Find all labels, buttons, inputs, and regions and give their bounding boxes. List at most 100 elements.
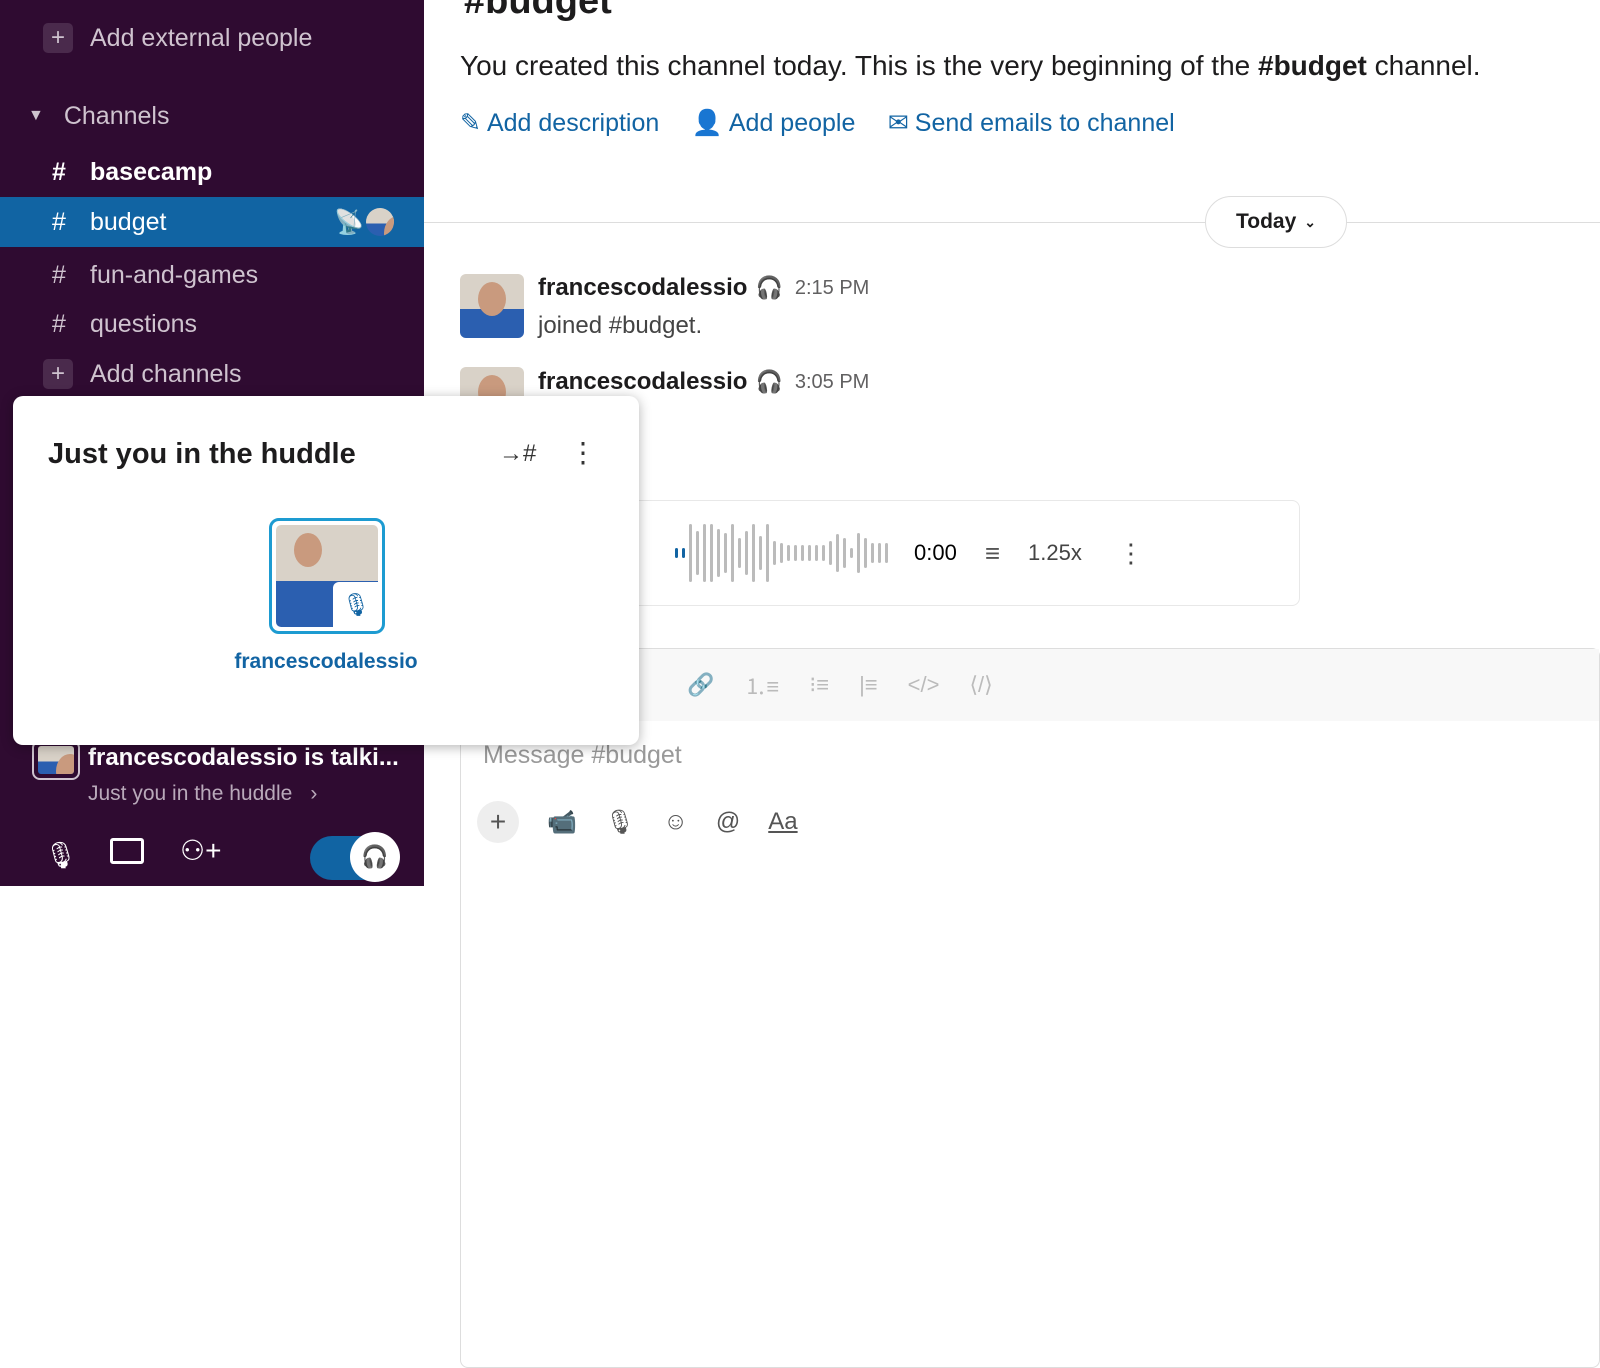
headphones-icon: 🎧 [755, 275, 783, 300]
formatting-toggle-button[interactable]: Aa [768, 808, 797, 836]
huddle-title: Just you in the huddle [48, 438, 356, 470]
more-options-icon[interactable]: ⋮ [1118, 538, 1144, 569]
emoji-icon[interactable]: ☺ [663, 808, 688, 836]
waveform-bar [815, 545, 818, 561]
add-description-link[interactable]: ✎ Add description [460, 108, 659, 138]
sidebar-item-fun-and-games[interactable]: # fun-and-games [0, 251, 424, 299]
microphone-icon[interactable]: 🎙 [44, 840, 77, 871]
waveform-bar [780, 543, 783, 563]
waveform-bar [724, 533, 727, 573]
message: francescodalessio 🎧 2:15 PM joined #budget… [460, 274, 869, 340]
avatar[interactable] [460, 274, 524, 338]
sidebar-item-budget[interactable]: # budget 📡 [0, 197, 424, 247]
numbered-list-icon[interactable]: ⒈≡ [744, 669, 779, 701]
add-person-icon[interactable]: ⚇+ [180, 834, 221, 867]
audio-clip-player: 0:00 ≡ 1.25x ⋮ [614, 500, 1300, 606]
message-composer: 🔗 ⒈≡ ⁝≡ |≡ </> ⟨/⟩ Message #budget + 📹 🎙 ☺ @ … [460, 648, 1600, 1368]
hash-icon: # [52, 260, 66, 289]
waveform-bar [829, 541, 832, 565]
headphones-toggle[interactable]: 🎧 [310, 832, 400, 882]
waveform-bar [703, 524, 706, 582]
huddle-popup: Just you in the huddle →# ⋮ 🎙 francescod… [13, 396, 639, 745]
message-text: joined #budget. [538, 312, 703, 339]
waveform-bar [675, 548, 678, 558]
add-people-link[interactable]: 👤 Add people [692, 109, 856, 138]
mention-icon[interactable]: @ [716, 808, 740, 836]
date-divider-button[interactable]: Today ⌄ [1205, 196, 1347, 248]
headphones-icon: 🎧 [350, 832, 400, 882]
waveform-bar [759, 536, 762, 570]
video-icon[interactable]: 📹 [547, 808, 577, 837]
avatar [366, 208, 394, 236]
code-block-icon[interactable]: ⟨/⟩ [969, 672, 992, 698]
waveform-bar [689, 524, 692, 582]
sidebar-item-questions[interactable]: # questions [0, 300, 424, 348]
plus-icon: + [43, 359, 73, 389]
composer-actions: + 📹 🎙 ☺ @ Aa [477, 801, 798, 843]
more-options-icon[interactable]: ⋮ [569, 436, 597, 469]
pencil-icon: ✎ [460, 109, 481, 137]
waveform-bar [710, 524, 713, 582]
waveform-bar [773, 541, 776, 565]
caret-down-icon: ▼ [28, 107, 44, 124]
plus-icon[interactable]: + [477, 801, 519, 843]
blockquote-icon[interactable]: |≡ [859, 672, 878, 698]
channel-intro: You created this channel today. This is … [460, 50, 1481, 81]
waveform-bar [787, 545, 790, 561]
link-icon[interactable]: 🔗 [687, 672, 714, 698]
chevron-right-icon: › [310, 782, 318, 805]
code-icon[interactable]: </> [908, 672, 940, 698]
waveform-bar [794, 545, 797, 561]
move-to-channel-button[interactable]: →# [499, 440, 536, 468]
channels-section-header[interactable]: ▼ Channels [0, 92, 424, 140]
waveform-bar [836, 534, 839, 572]
message-author[interactable]: francescodalessio [538, 368, 747, 396]
waveform-bar [696, 531, 699, 575]
waveform-bar [731, 524, 734, 582]
waveform-bar [843, 538, 846, 568]
waveform-bar [717, 529, 720, 577]
waveform-bar [871, 543, 874, 563]
participant-tile[interactable]: 🎙 [269, 518, 385, 634]
add-channels[interactable]: + Add channels [0, 350, 424, 398]
huddle-sub-link[interactable]: Just you in the huddle › [88, 782, 317, 806]
waveform-bar [850, 548, 853, 558]
waveform-bar [885, 543, 888, 563]
plus-icon: + [43, 23, 73, 53]
waveform-bar [738, 538, 741, 568]
message-author[interactable]: francescodalessio [538, 274, 747, 302]
waveform-bar [682, 548, 685, 558]
waveform-bar [864, 538, 867, 568]
screen-share-icon[interactable] [110, 838, 144, 864]
microphone-icon: 🎙 [333, 582, 379, 628]
bulleted-list-icon[interactable]: ⁝≡ [809, 672, 829, 698]
headphones-icon: 🎧 [755, 369, 783, 394]
waveform-bar [808, 545, 811, 561]
hash-icon: # [52, 157, 66, 186]
huddle-status[interactable]: francescodalessio is talki... [88, 744, 399, 772]
participant-name[interactable]: francescodalessio [13, 650, 639, 674]
message-time[interactable]: 2:15 PM [795, 277, 869, 300]
add-external-people[interactable]: + Add external people [0, 14, 424, 62]
message-time[interactable]: 3:05 PM [795, 371, 869, 394]
sidebar-item-basecamp[interactable]: # basecamp [0, 148, 424, 196]
email-icon: ✉ [887, 109, 909, 137]
waveform-bar [822, 545, 825, 561]
chevron-down-icon: ⌄ [1304, 213, 1317, 230]
audio-time: 0:00 [914, 540, 957, 565]
waveform-bar [745, 531, 748, 575]
transcript-icon[interactable]: ≡ [985, 538, 1000, 569]
microphone-icon[interactable]: 🎙 [605, 808, 635, 837]
hash-icon: # [52, 309, 66, 338]
send-emails-link[interactable]: ✉ Send emails to channel [888, 108, 1175, 138]
add-person-icon: 👤 [691, 109, 723, 137]
waveform-bar [878, 543, 881, 563]
waveform-bar [857, 533, 860, 573]
hash-icon: # [52, 207, 66, 236]
playback-speed-button[interactable]: 1.25x [1028, 540, 1082, 566]
huddle-avatar [32, 740, 80, 780]
audio-waveform[interactable] [675, 518, 888, 588]
intro-actions: ✎ Add description 👤 Add people ✉ Send email… [460, 108, 1203, 138]
date-divider-line [424, 222, 1600, 223]
waveform-bar [752, 524, 755, 582]
